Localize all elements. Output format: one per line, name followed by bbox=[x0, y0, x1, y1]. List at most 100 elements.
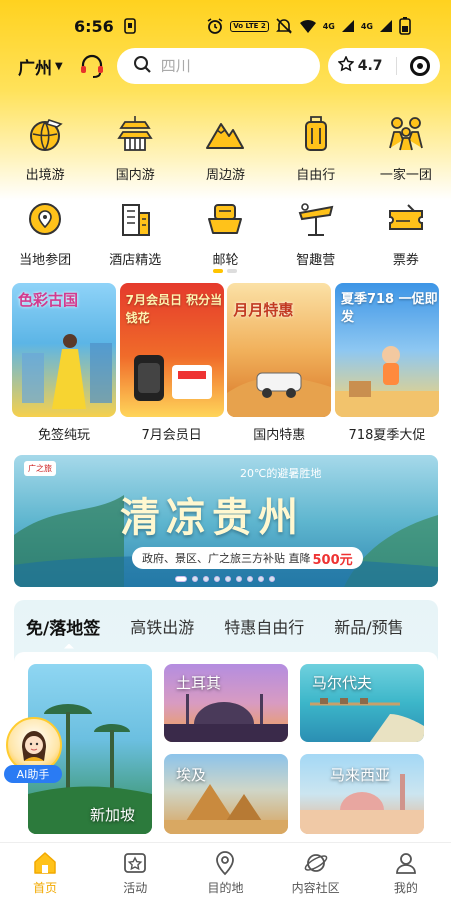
tab-visa-free[interactable]: 免/落地签 bbox=[26, 614, 100, 639]
promo-label: 7月会员日 bbox=[141, 428, 202, 443]
tab-high-speed-rail[interactable]: 高铁出游 bbox=[130, 614, 194, 638]
city-selector[interactable]: 广州 ▼ bbox=[18, 54, 63, 79]
mute-icon bbox=[275, 17, 293, 35]
promo-image: 色彩古国 bbox=[12, 283, 116, 417]
category-grid: 出境游 国内游 周边游 自由行 一家一团 当地参团 酒店精选 邮轮 智趣营 票券 bbox=[0, 112, 451, 268]
customer-service-icon[interactable] bbox=[79, 53, 105, 79]
nav-label: 我的 bbox=[393, 880, 418, 895]
nav-home[interactable]: 首页 bbox=[5, 850, 85, 896]
promo-illustration bbox=[227, 372, 332, 417]
category-outbound[interactable]: 出境游 bbox=[0, 112, 90, 183]
banner-dot bbox=[225, 576, 231, 582]
banner-dot bbox=[247, 576, 253, 582]
banner-subtitle-text: 政府、景区、广之旅三方补贴 直降 bbox=[142, 552, 311, 565]
category-nearby[interactable]: 周边游 bbox=[180, 112, 270, 183]
category-free-travel[interactable]: 自由行 bbox=[271, 112, 361, 183]
tab-free-travel-deals[interactable]: 特惠自由行 bbox=[224, 614, 304, 638]
city-name: 广州 bbox=[18, 58, 52, 79]
search-bar[interactable] bbox=[116, 48, 320, 84]
nav-mine[interactable]: 我的 bbox=[366, 850, 446, 896]
page-dot-active bbox=[213, 269, 223, 273]
promo-image: 7月会员日 积分当钱花 bbox=[119, 283, 224, 417]
planet-icon bbox=[303, 850, 329, 876]
family-icon bbox=[384, 112, 428, 156]
promo-label: 718夏季大促 bbox=[348, 428, 426, 443]
category-label: 智趣营 bbox=[296, 253, 336, 268]
category-label: 国内游 bbox=[115, 168, 155, 183]
banner-dot bbox=[192, 576, 198, 582]
promo-card[interactable]: 夏季718 一促即发 718夏季大促 bbox=[334, 283, 439, 443]
volte-indicator: Vo LTE 2 bbox=[230, 20, 269, 32]
category-local-tour[interactable]: 当地参团 bbox=[0, 197, 90, 268]
banner-dot bbox=[258, 576, 264, 582]
banner-price: 500元 bbox=[312, 552, 353, 568]
nav-label: 首页 bbox=[33, 880, 58, 895]
category-label: 一家一团 bbox=[379, 168, 432, 183]
destination-card-turkey[interactable]: 土耳其 bbox=[164, 664, 288, 742]
category-label: 票券 bbox=[392, 253, 419, 268]
nav-community[interactable]: 内容社区 bbox=[276, 850, 356, 896]
signal-label-2: 4G bbox=[360, 21, 373, 31]
destination-name: 马尔代夫 bbox=[312, 674, 373, 692]
category-hotel[interactable]: 酒店精选 bbox=[90, 197, 180, 268]
category-cruise[interactable]: 邮轮 bbox=[180, 197, 270, 268]
rating-button[interactable]: 4.7 bbox=[337, 55, 383, 76]
nav-label: 活动 bbox=[123, 880, 148, 895]
caret-down-icon: ▼ bbox=[55, 60, 63, 72]
nav-label: 目的地 bbox=[207, 880, 244, 895]
camp-icon bbox=[294, 197, 338, 241]
category-ticket[interactable]: 票券 bbox=[361, 197, 451, 268]
signal-icon-2 bbox=[379, 19, 393, 33]
promo-image: 月月特惠 bbox=[227, 283, 332, 417]
alarm-icon bbox=[206, 17, 224, 35]
hotel-icon bbox=[113, 197, 157, 241]
banner-dot-active bbox=[175, 576, 187, 582]
ticket-icon bbox=[384, 197, 428, 241]
banner-subtitle: 政府、景区、广之旅三方补贴 直降 500元 bbox=[132, 547, 363, 569]
nav-destination[interactable]: 目的地 bbox=[185, 850, 265, 896]
destination-grid: 新加坡 土耳其 马尔代夫 埃及 马来西亚 bbox=[14, 652, 438, 842]
category-domestic[interactable]: 国内游 bbox=[90, 112, 180, 183]
category-camp[interactable]: 智趣营 bbox=[271, 197, 361, 268]
destination-card-maldives[interactable]: 马尔代夫 bbox=[300, 664, 424, 742]
destination-name: 土耳其 bbox=[176, 674, 222, 692]
ai-assistant-button[interactable]: AI助手 bbox=[0, 717, 70, 783]
tab-new-presale[interactable]: 新品/预售 bbox=[334, 614, 403, 638]
promo-banner[interactable]: 广之旅 20℃的避暑胜地 清凉贵州 政府、景区、广之旅三方补贴 直降 500元 bbox=[14, 455, 438, 587]
destination-name: 马来西亚 bbox=[330, 766, 391, 784]
promo-card[interactable]: 7月会员日 积分当钱花 7月会员日 bbox=[119, 283, 224, 443]
page-dot bbox=[227, 269, 237, 273]
banner-title: 清凉贵州 bbox=[120, 494, 304, 541]
promo-illustration bbox=[133, 355, 212, 401]
promo-card[interactable]: 月月特惠 国内特惠 bbox=[227, 283, 332, 443]
promo-label: 免签纯玩 bbox=[37, 428, 90, 443]
banner-dot bbox=[236, 576, 242, 582]
nav-activity[interactable]: 活动 bbox=[95, 850, 175, 896]
banner-pagination bbox=[175, 576, 275, 582]
top-header: 广州 ▼ 4.7 bbox=[0, 44, 451, 88]
promo-card[interactable]: 色彩古国 免签纯玩 bbox=[12, 283, 116, 443]
star-icon bbox=[337, 55, 355, 76]
signal-icon-1 bbox=[341, 19, 355, 33]
wifi-icon bbox=[299, 18, 317, 34]
category-label: 周边游 bbox=[205, 168, 245, 183]
banner-dot bbox=[269, 576, 275, 582]
mountain-icon bbox=[203, 112, 247, 156]
battery-icon bbox=[399, 17, 411, 35]
search-input[interactable] bbox=[160, 57, 301, 75]
close-target-icon[interactable] bbox=[409, 56, 430, 76]
destination-card-malaysia[interactable]: 马来西亚 bbox=[300, 754, 424, 834]
signal-label-1: 4G bbox=[322, 21, 335, 31]
destination-card-egypt[interactable]: 埃及 bbox=[164, 754, 288, 834]
promo-row: 色彩古国 免签纯玩 7月会员日 积分当钱花 7月会员日 月月特惠 国内特惠 夏季… bbox=[12, 283, 439, 443]
category-label: 当地参团 bbox=[19, 253, 72, 268]
cruise-icon bbox=[203, 197, 247, 241]
destination-panel: 免/落地签 高铁出游 特惠自由行 新品/预售 新加坡 土耳其 马尔代夫 埃及 马… bbox=[14, 600, 438, 842]
bottom-navigation: 首页 活动 目的地 内容社区 我的 bbox=[0, 842, 451, 902]
category-label: 酒店精选 bbox=[109, 253, 162, 268]
globe-plane-icon bbox=[23, 112, 67, 156]
rating-value: 4.7 bbox=[357, 58, 383, 74]
temple-icon bbox=[113, 112, 157, 156]
category-page-indicator bbox=[213, 269, 237, 273]
category-family-group[interactable]: 一家一团 bbox=[361, 112, 451, 183]
